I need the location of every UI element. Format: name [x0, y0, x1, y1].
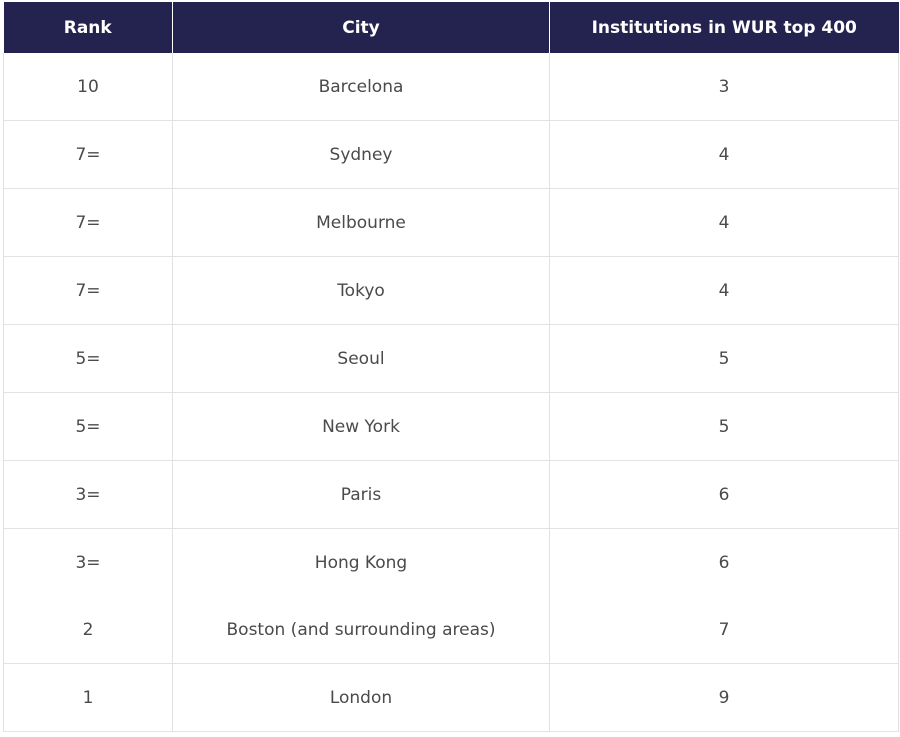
- city-cell: Hong Kong: [172, 528, 550, 596]
- table-row: 7= Melbourne 4: [3, 188, 899, 257]
- city-cell: London: [172, 663, 550, 732]
- table-row: 7= Tokyo 4: [3, 256, 899, 325]
- rank-cell: 2: [3, 596, 173, 664]
- city-cell: Tokyo: [172, 256, 550, 325]
- table-row: 2 Boston (and surrounding areas) 7: [3, 596, 899, 664]
- rank-cell: 7=: [3, 120, 173, 189]
- institutions-cell: 4: [549, 256, 899, 325]
- rank-cell: 5=: [3, 392, 173, 461]
- rank-cell: 7=: [3, 188, 173, 257]
- city-cell: Sydney: [172, 120, 550, 189]
- rank-cell: 3=: [3, 528, 173, 596]
- header-row: Rank City Institutions in WUR top 400: [3, 2, 899, 53]
- city-cell: Boston (and surrounding areas): [172, 596, 550, 664]
- table-row: 5= Seoul 5: [3, 324, 899, 393]
- institutions-cell: 4: [549, 120, 899, 189]
- table-row: 1 London 9: [3, 663, 899, 732]
- city-cell: Seoul: [172, 324, 550, 393]
- rank-cell: 1: [3, 663, 173, 732]
- table-row: 5= New York 5: [3, 392, 899, 461]
- city-cell: Paris: [172, 460, 550, 529]
- institutions-cell: 3: [549, 53, 899, 121]
- table-row: 10 Barcelona 3: [3, 53, 899, 121]
- institutions-cell: 7: [549, 596, 899, 664]
- table-row: 7= Sydney 4: [3, 120, 899, 189]
- institutions-cell: 5: [549, 324, 899, 393]
- city-cell: Barcelona: [172, 53, 550, 121]
- city-cell: New York: [172, 392, 550, 461]
- table-body: 10 Barcelona 3 7= Sydney 4 7= Melbourne …: [3, 53, 899, 732]
- institutions-cell: 4: [549, 188, 899, 257]
- column-header-city: City: [172, 2, 550, 53]
- rank-cell: 3=: [3, 460, 173, 529]
- rank-cell: 5=: [3, 324, 173, 393]
- column-header-institutions: Institutions in WUR top 400: [549, 2, 899, 53]
- ranking-table-container: Rank City Institutions in WUR top 400 10…: [3, 2, 899, 732]
- column-header-rank: Rank: [3, 2, 173, 53]
- table-header: Rank City Institutions in WUR top 400: [3, 2, 899, 53]
- table-row: 3= Hong Kong 6: [3, 528, 899, 596]
- rank-cell: 7=: [3, 256, 173, 325]
- rank-cell: 10: [3, 53, 173, 121]
- institutions-cell: 5: [549, 392, 899, 461]
- institutions-cell: 9: [549, 663, 899, 732]
- institutions-cell: 6: [549, 528, 899, 596]
- city-cell: Melbourne: [172, 188, 550, 257]
- institutions-cell: 6: [549, 460, 899, 529]
- ranking-table: Rank City Institutions in WUR top 400 10…: [3, 2, 899, 732]
- table-row: 3= Paris 6: [3, 460, 899, 529]
